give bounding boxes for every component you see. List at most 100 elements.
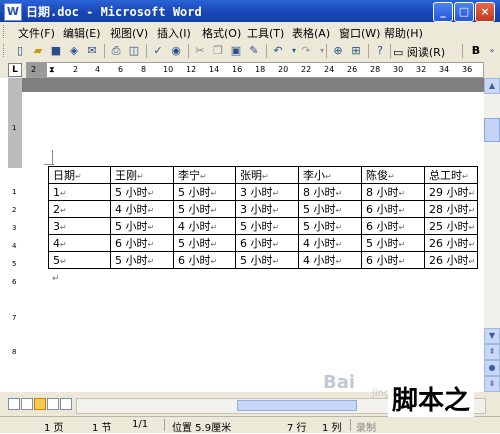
table-cell[interactable]: 5 小时↵	[173, 183, 236, 201]
table-cell[interactable]: 6 小时↵	[173, 251, 236, 269]
menu-insert[interactable]: 插入(I)	[157, 25, 191, 41]
table-cell[interactable]: 8 小时↵	[298, 183, 362, 201]
toolbar-options-icon[interactable]: »	[484, 43, 500, 59]
previous-page-icon[interactable]: ⇞	[484, 344, 500, 360]
hscroll-thumb[interactable]	[237, 400, 357, 411]
email-icon[interactable]: ✉	[84, 43, 100, 59]
research-icon[interactable]: ◉	[168, 43, 184, 59]
table-cell[interactable]: 3 小时↵	[235, 183, 299, 201]
horizontal-ruler[interactable]: 2 ⧗ 2 4 6 8 10 12 14 16 18 20 22 24 26 2…	[26, 62, 484, 78]
bold-icon[interactable]: B	[468, 43, 484, 59]
chevron-down-icon[interactable]: ▾	[314, 43, 330, 59]
format-painter-icon[interactable]: ✎	[246, 43, 262, 59]
table-header-cell[interactable]: 日期↵	[48, 166, 111, 184]
read-button[interactable]: ▭ 阅读(R)	[393, 44, 445, 60]
menu-format[interactable]: 格式(O)	[202, 25, 241, 41]
ruler-number: 3	[12, 224, 17, 232]
menu-view[interactable]: 视图(V)	[110, 25, 148, 41]
table-cell[interactable]: 5 小时↵	[298, 200, 362, 218]
normal-view-icon[interactable]	[8, 398, 20, 410]
table-header-cell[interactable]: 李小↵	[298, 166, 362, 184]
hyperlink-icon[interactable]: ⊕	[330, 43, 346, 59]
cut-icon[interactable]: ✂	[192, 43, 208, 59]
scroll-down-icon[interactable]: ▼	[484, 328, 500, 344]
word-app-icon[interactable]: W	[4, 3, 22, 21]
menu-file[interactable]: 文件(F)	[18, 25, 55, 41]
table-cell[interactable]: 5 小时↵	[173, 200, 236, 218]
table-cell[interactable]: 6 小时↵	[361, 251, 425, 269]
menu-help[interactable]: 帮助(H)	[384, 25, 423, 41]
select-browse-object-icon[interactable]: ●	[484, 360, 500, 376]
table-cell[interactable]: 28 小时↵	[424, 200, 478, 218]
table-cell[interactable]: 29 小时↵	[424, 183, 478, 201]
table-header-cell[interactable]: 李宁↵	[173, 166, 236, 184]
menu-table[interactable]: 表格(A)	[292, 25, 330, 41]
new-document-icon[interactable]: ▯	[12, 43, 28, 59]
print-layout-view-icon[interactable]	[34, 398, 46, 410]
scroll-up-icon[interactable]: ▲	[484, 78, 500, 94]
print-preview-icon[interactable]: ◫	[126, 43, 142, 59]
web-layout-view-icon[interactable]	[21, 398, 33, 410]
open-folder-icon[interactable]: ▰	[30, 43, 46, 59]
redo-icon[interactable]: ↷	[298, 43, 314, 59]
close-button[interactable]: ×	[475, 2, 495, 22]
table-cell[interactable]: 6 小时↵	[235, 234, 299, 252]
menu-edit[interactable]: 编辑(E)	[63, 25, 101, 41]
table-cell[interactable]: 5 小时↵	[235, 251, 299, 269]
table-cell[interactable]: 25 小时↵	[424, 217, 478, 235]
table-cell[interactable]: 6 小时↵	[361, 217, 425, 235]
print-icon[interactable]: ⎙	[108, 43, 124, 59]
table-cell[interactable]: 26 小时↵	[424, 251, 478, 269]
menu-window[interactable]: 窗口(W)	[339, 25, 380, 41]
data-table[interactable]: 日期↵ 王刚↵ 李宁↵ 张明↵ 李小↵ 陈俊↵ 总工时↵ 1↵ 5 小时↵ 5 …	[48, 166, 478, 269]
toolbar-grip[interactable]	[3, 25, 7, 38]
table-header-cell[interactable]: 总工时↵	[424, 166, 478, 184]
table-cell[interactable]: 5 小时↵	[361, 234, 425, 252]
table-cell[interactable]: 6 小时↵	[361, 200, 425, 218]
next-page-icon[interactable]: ⇟	[484, 376, 500, 392]
table-cell[interactable]: 4↵	[48, 234, 111, 252]
read-button-label: 阅读(R)	[406, 46, 446, 59]
table-cell[interactable]: 5 小时↵	[110, 217, 174, 235]
spelling-icon[interactable]: ✓	[150, 43, 166, 59]
permission-icon[interactable]: ◈	[66, 43, 82, 59]
table-cell[interactable]: 3↵	[48, 217, 111, 235]
table-cell[interactable]: 4 小时↵	[173, 217, 236, 235]
outline-view-icon[interactable]	[47, 398, 59, 410]
document-area[interactable]: 日期↵ 王刚↵ 李宁↵ 张明↵ 李小↵ 陈俊↵ 总工时↵ 1↵ 5 小时↵ 5 …	[22, 78, 484, 392]
paste-icon[interactable]: ▣	[228, 43, 244, 59]
scroll-thumb[interactable]	[484, 118, 500, 142]
table-cell[interactable]: 5 小时↵	[298, 217, 362, 235]
toolbar-grip[interactable]	[3, 44, 7, 57]
undo-icon[interactable]: ↶	[270, 43, 286, 59]
table-cell[interactable]: 26 小时↵	[424, 234, 478, 252]
table-cell[interactable]: 1↵	[48, 183, 111, 201]
table-cell[interactable]: 3 小时↵	[235, 200, 299, 218]
table-cell[interactable]: 5 小时↵	[110, 183, 174, 201]
table-cell[interactable]: 4 小时↵	[298, 251, 362, 269]
tab-selector[interactable]: L	[8, 63, 22, 77]
copy-icon[interactable]: ❐	[210, 43, 226, 59]
vertical-scrollbar[interactable]: ▲ ▼ ⇞ ● ⇟	[484, 78, 500, 392]
table-cell[interactable]: 5 小时↵	[173, 234, 236, 252]
indent-marker[interactable]: ⧗	[49, 65, 55, 75]
table-cell[interactable]: 5 小时↵	[110, 251, 174, 269]
tables-borders-icon[interactable]: ⊞	[348, 43, 364, 59]
help-icon[interactable]: ?	[372, 43, 388, 59]
table-cell[interactable]: 8 小时↵	[361, 183, 425, 201]
table-cell[interactable]: 6 小时↵	[110, 234, 174, 252]
table-cell[interactable]: 4 小时↵	[298, 234, 362, 252]
save-icon[interactable]: ■	[48, 43, 64, 59]
table-cell[interactable]: 5 小时↵	[235, 217, 299, 235]
table-cell[interactable]: 5↵	[48, 251, 111, 269]
maximize-button[interactable]: □	[454, 2, 474, 22]
minimize-button[interactable]: _	[433, 2, 453, 22]
menu-tools[interactable]: 工具(T)	[247, 25, 284, 41]
table-header-cell[interactable]: 陈俊↵	[361, 166, 425, 184]
vertical-ruler[interactable]: 1 1 2 3 4 5 6 7 8	[8, 78, 23, 392]
table-cell[interactable]: 2↵	[48, 200, 111, 218]
table-header-cell[interactable]: 王刚↵	[110, 166, 174, 184]
reading-layout-view-icon[interactable]	[60, 398, 72, 410]
table-cell[interactable]: 4 小时↵	[110, 200, 174, 218]
table-header-cell[interactable]: 张明↵	[235, 166, 299, 184]
